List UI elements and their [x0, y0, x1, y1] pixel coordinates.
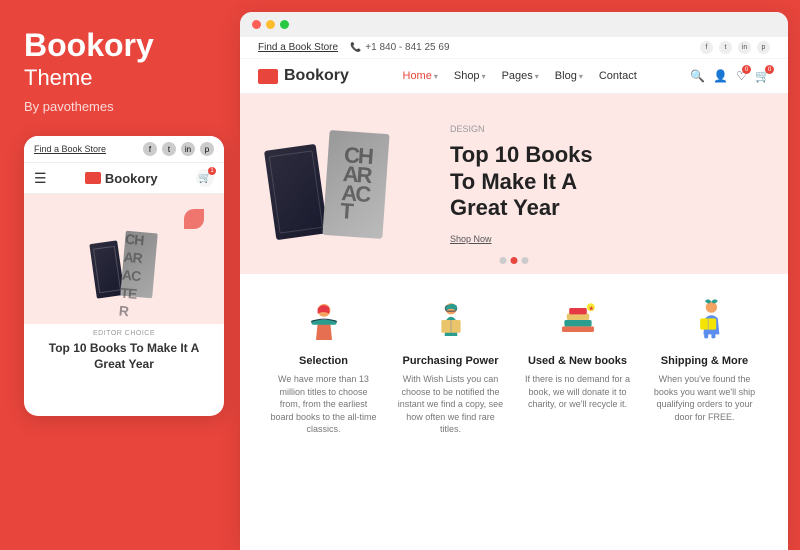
mobile-find-store-link[interactable]: Find a Book Store	[34, 144, 106, 154]
site-social-icons: f t in p	[700, 41, 770, 54]
purchasing-power-icon	[423, 292, 478, 347]
site-nav-shop[interactable]: Shop ▾	[454, 70, 486, 82]
phone-icon: 📞	[350, 42, 361, 53]
mobile-leaf-decoration	[184, 209, 204, 229]
mobile-nav: ☰ Bookory 🛒 1	[24, 163, 224, 194]
left-panel: Bookory Theme By pavothemes Find a Book …	[0, 0, 240, 550]
brand-by: By pavothemes	[24, 99, 216, 114]
hero-char-text: CHARACT	[340, 146, 373, 223]
site-header: Find a Book Store 📞 +1 840 - 841 25 69 f…	[240, 37, 788, 94]
used-new-books-title: Used & New books	[528, 355, 627, 367]
twitter-icon[interactable]: t	[719, 41, 732, 54]
hero-dot-2[interactable]	[511, 257, 518, 264]
feature-used-new: ★ Used & New books If there is no demand…	[514, 292, 641, 436]
selection-desc: We have more than 13 million titles to c…	[268, 373, 379, 436]
site-nav-icons: 🔍 👤 ♡ 0 🛒 0	[690, 69, 770, 83]
purchasing-power-title: Purchasing Power	[403, 355, 499, 367]
facebook-icon[interactable]: f	[700, 41, 713, 54]
wishlist-icon[interactable]: ♡ 0	[736, 69, 747, 83]
hero-dots	[500, 257, 529, 264]
instagram-icon[interactable]: in	[738, 41, 751, 54]
svg-text:★: ★	[588, 305, 594, 312]
browser-content: Find a Book Store 📞 +1 840 - 841 25 69 f…	[240, 37, 788, 550]
browser-chrome	[240, 12, 788, 37]
cart-icon[interactable]: 🛒 0	[755, 69, 770, 83]
hero-book-light: CHARACT	[322, 130, 389, 239]
shipping-title: Shipping & More	[661, 355, 748, 367]
hero-tag: DESIGN	[450, 124, 758, 134]
pages-arrow-icon: ▾	[535, 72, 539, 81]
hero-books: CHARACT	[270, 132, 430, 237]
shop-now-button[interactable]: Shop Now	[450, 234, 758, 244]
mobile-brand: Bookory	[85, 171, 158, 186]
purchasing-power-desc: With Wish Lists you can choose to be not…	[395, 373, 506, 436]
site-brand-icon	[258, 69, 278, 84]
pinterest-icon[interactable]: p	[757, 41, 770, 54]
search-icon[interactable]: 🔍	[690, 69, 705, 83]
site-find-store-link[interactable]: Find a Book Store	[258, 42, 338, 53]
user-icon[interactable]: 👤	[713, 69, 728, 83]
mobile-brand-icon	[85, 172, 101, 184]
feature-purchasing-power: Purchasing Power With Wish Lists you can…	[387, 292, 514, 436]
browser-dot-close[interactable]	[252, 20, 261, 29]
site-nav-contact[interactable]: Contact	[599, 70, 637, 82]
browser-window: Find a Book Store 📞 +1 840 - 841 25 69 f…	[240, 12, 788, 550]
mobile-editor-choice-label: EDITOR CHOICE	[32, 330, 216, 337]
mobile-top-bar: Find a Book Store f t in p	[24, 136, 224, 163]
mobile-cart-icon[interactable]: 🛒 1	[196, 169, 214, 187]
site-top-left: Find a Book Store 📞 +1 840 - 841 25 69	[258, 42, 450, 53]
cart-badge: 0	[765, 65, 774, 74]
mobile-mockup: Find a Book Store f t in p ☰ Bookory 🛒 1	[24, 136, 224, 416]
hero-text: DESIGN Top 10 BooksTo Make It AGreat Yea…	[430, 124, 758, 243]
site-nav-pages[interactable]: Pages ▾	[502, 70, 539, 82]
mobile-facebook-icon[interactable]: f	[143, 142, 157, 156]
mobile-book-light: CHARACTER	[120, 230, 158, 298]
wishlist-badge: 0	[742, 65, 751, 74]
site-brand: Bookory	[258, 67, 349, 85]
site-top-bar: Find a Book Store 📞 +1 840 - 841 25 69 f…	[240, 37, 788, 59]
site-nav-home[interactable]: Home ▾	[403, 70, 438, 82]
mobile-hamburger-icon[interactable]: ☰	[34, 170, 47, 187]
mobile-books-image: CHARACTER	[79, 222, 169, 297]
hero-book-dark	[264, 143, 328, 239]
hero-section: CHARACT DESIGN Top 10 BooksTo Make It AG…	[240, 94, 788, 274]
shipping-desc: When you've found the books you want we'…	[649, 373, 760, 423]
used-new-books-icon: ★	[550, 292, 605, 347]
shipping-icon	[677, 292, 732, 347]
mobile-pinterest-icon[interactable]: p	[200, 142, 214, 156]
feature-selection: Selection We have more than 13 million t…	[260, 292, 387, 436]
feature-shipping: Shipping & More When you've found the bo…	[641, 292, 768, 436]
browser-dots	[252, 20, 289, 29]
mobile-instagram-icon[interactable]: in	[181, 142, 195, 156]
browser-dot-minimize[interactable]	[266, 20, 275, 29]
hero-dot-1[interactable]	[500, 257, 507, 264]
browser-dot-maximize[interactable]	[280, 20, 289, 29]
brand-subtitle: Theme	[24, 65, 216, 91]
brand-title: Bookory	[24, 28, 216, 63]
shop-arrow-icon: ▾	[482, 72, 486, 81]
mobile-hero: CHARACTER	[24, 194, 224, 324]
mobile-book-dark	[89, 240, 124, 298]
mobile-social-icons: f t in p	[143, 142, 214, 156]
features-section: Selection We have more than 13 million t…	[240, 274, 788, 454]
hero-title: Top 10 BooksTo Make It AGreat Year	[450, 142, 758, 221]
site-phone: 📞 +1 840 - 841 25 69	[350, 42, 449, 53]
mobile-twitter-icon[interactable]: t	[162, 142, 176, 156]
mobile-hero-title: Top 10 Books To Make It A Great Year	[32, 337, 216, 376]
selection-icon	[296, 292, 351, 347]
site-brand-name: Bookory	[284, 67, 349, 85]
site-nav: Bookory Home ▾ Shop ▾ Pages ▾	[240, 59, 788, 93]
mobile-cart-badge: 1	[208, 167, 216, 175]
site-menu: Home ▾ Shop ▾ Pages ▾ Blog ▾	[403, 70, 637, 82]
selection-title: Selection	[299, 355, 348, 367]
site-phone-number: +1 840 - 841 25 69	[365, 42, 449, 53]
blog-arrow-icon: ▾	[579, 72, 583, 81]
site-nav-blog[interactable]: Blog ▾	[555, 70, 583, 82]
hero-dot-3[interactable]	[522, 257, 529, 264]
used-new-books-desc: If there is no demand for a book, we wil…	[522, 373, 633, 411]
home-arrow-icon: ▾	[434, 72, 438, 81]
